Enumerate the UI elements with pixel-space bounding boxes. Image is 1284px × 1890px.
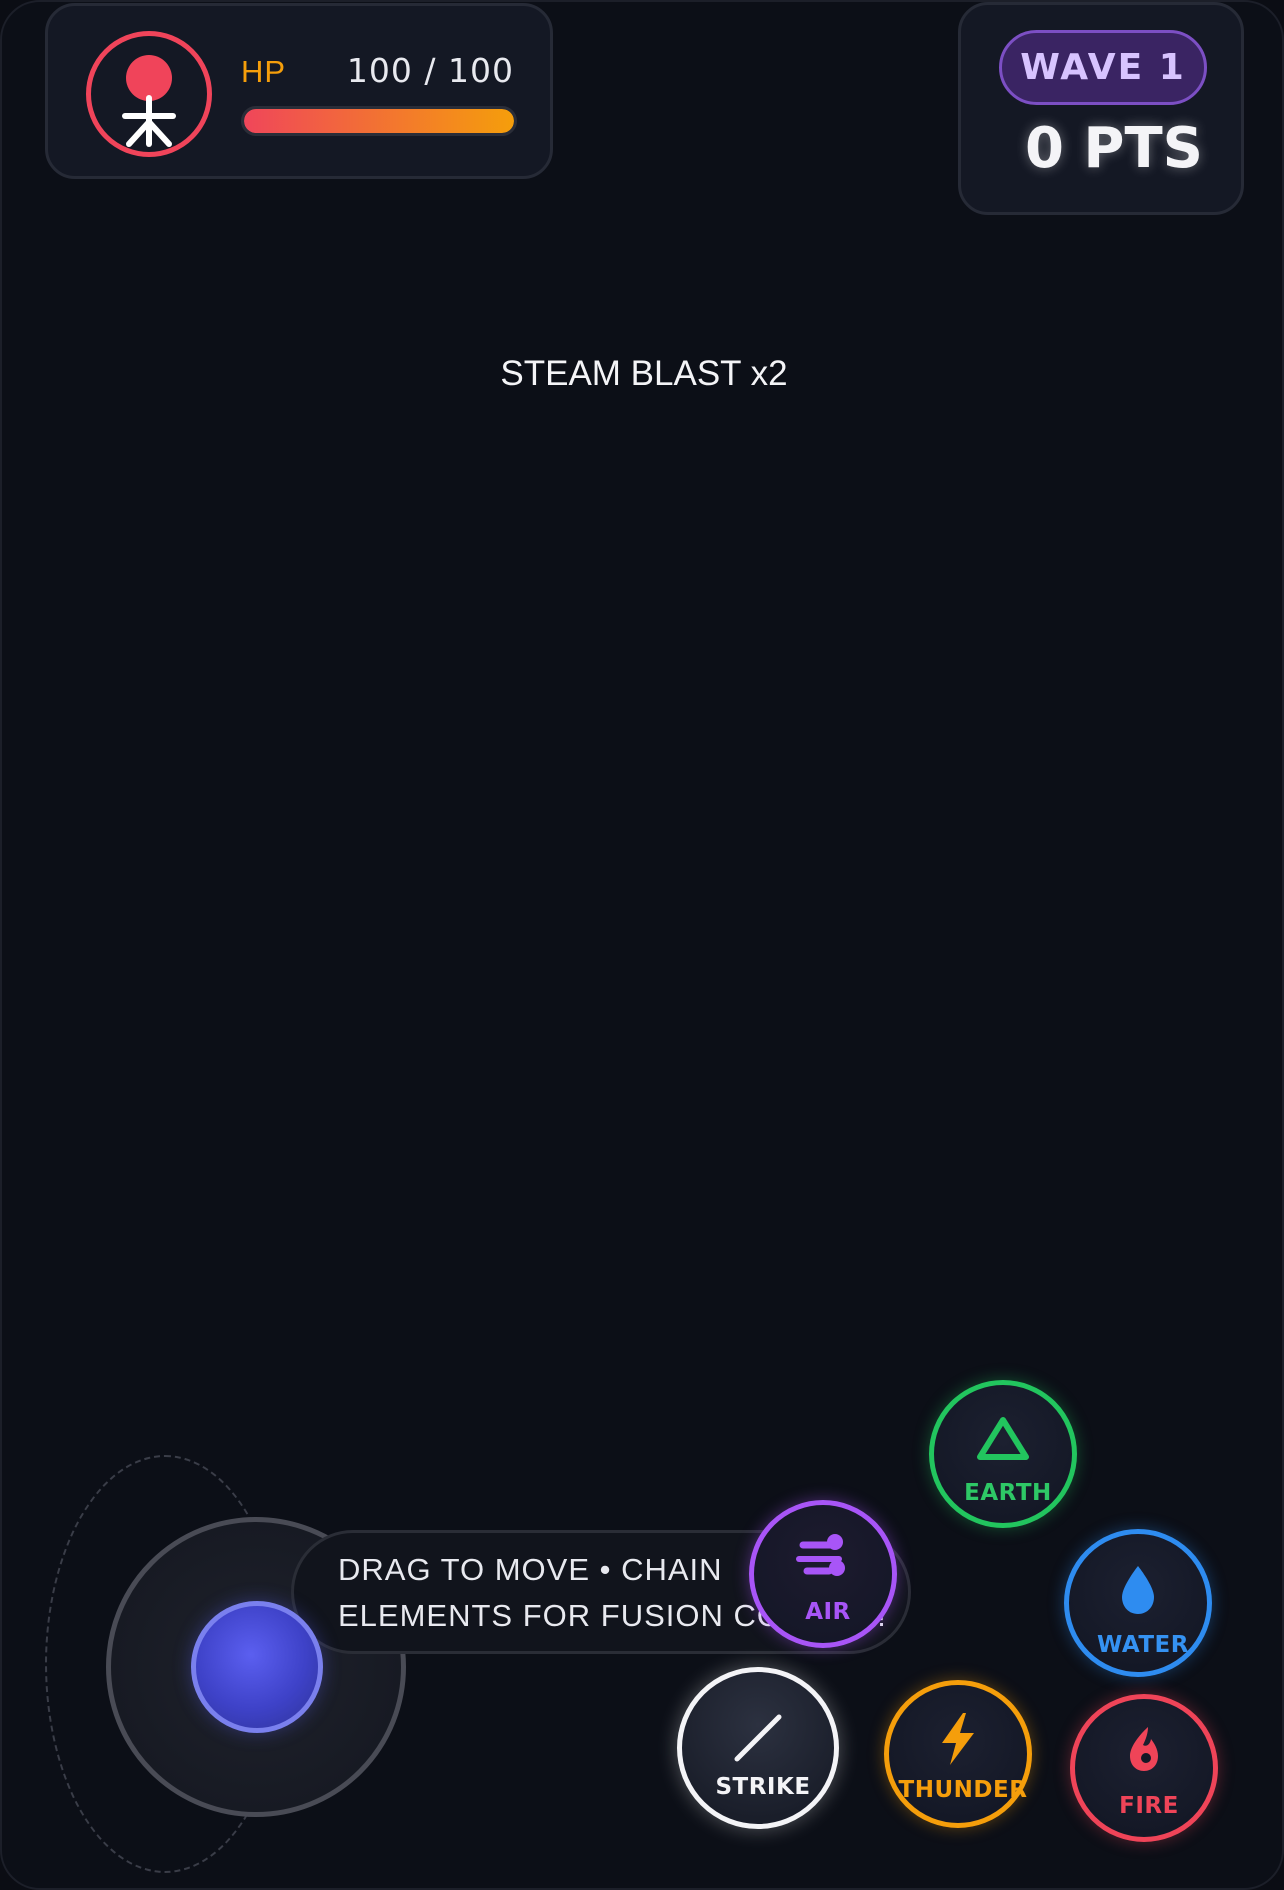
wind-icon xyxy=(796,1534,845,1576)
fire-button[interactable]: FIRE xyxy=(1070,1694,1218,1842)
flame-icon xyxy=(1130,1727,1158,1771)
air-label: AIR xyxy=(805,1599,851,1625)
water-button[interactable]: WATER xyxy=(1064,1529,1212,1677)
thunder-button[interactable]: THUNDER xyxy=(884,1680,1032,1828)
earth-label: EARTH xyxy=(964,1480,1052,1506)
strike-button[interactable]: STRIKE xyxy=(677,1667,839,1829)
fire-label: FIRE xyxy=(1119,1793,1179,1819)
earth-button[interactable]: EARTH xyxy=(929,1380,1077,1528)
slash-icon xyxy=(734,1714,782,1762)
water-label: WATER xyxy=(1097,1632,1189,1658)
player-status-panel: HP 100 / 100 xyxy=(45,3,553,179)
hp-value: 100 / 100 xyxy=(346,51,514,90)
game-screen: HP 100 / 100 WAVE 1 0 PTS STEAM BLAST x2… xyxy=(0,0,1284,1890)
droplet-icon xyxy=(1122,1566,1154,1614)
thunder-label: THUNDER xyxy=(898,1777,1028,1803)
triangle-icon xyxy=(977,1417,1029,1460)
strike-label: STRIKE xyxy=(715,1774,811,1800)
combo-text: STEAM BLAST x2 xyxy=(500,354,788,393)
lightning-icon xyxy=(942,1713,974,1765)
air-button[interactable]: AIR xyxy=(749,1500,897,1648)
player-figure-icon xyxy=(122,55,176,147)
joystick-knob[interactable] xyxy=(191,1601,323,1733)
wave-score-panel: WAVE 1 0 PTS xyxy=(958,2,1244,215)
player-avatar xyxy=(86,31,212,157)
hp-bar xyxy=(241,106,517,136)
wave-badge: WAVE 1 xyxy=(999,30,1207,105)
hp-bar-fill xyxy=(244,109,514,133)
hp-label: HP xyxy=(241,54,287,89)
score-display: 0 PTS xyxy=(1024,116,1203,181)
